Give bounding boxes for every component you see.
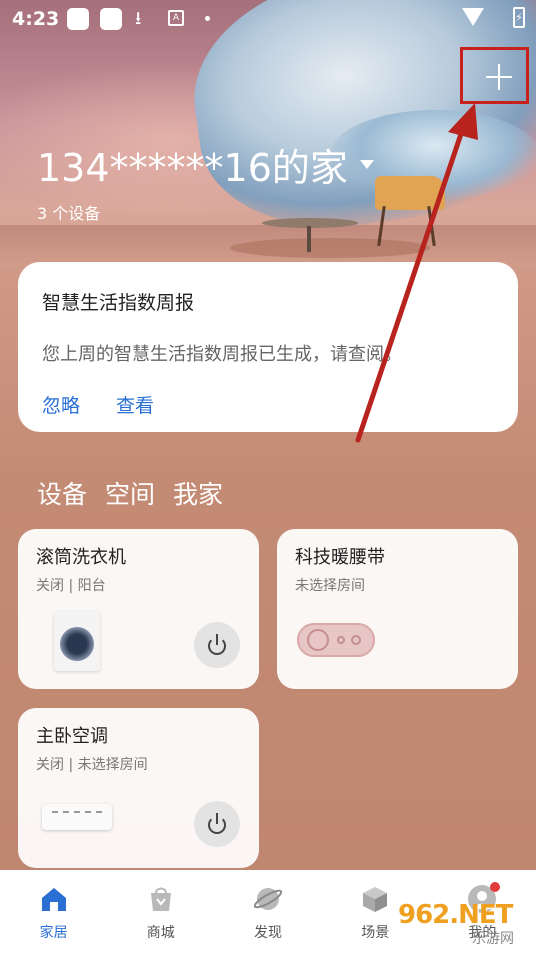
power-button[interactable] [194, 622, 240, 668]
device-status: 关闭 | 未选择房间 [36, 757, 148, 773]
rug-decoration [230, 238, 430, 258]
tab-my-home[interactable]: 我家 [173, 475, 223, 511]
add-device-button[interactable] [460, 47, 529, 104]
washing-machine-icon [54, 611, 100, 671]
power-icon-bar [216, 634, 218, 645]
notification-square-icon [100, 8, 122, 30]
device-status: 未选择房间 [295, 578, 365, 594]
caret-down-icon [359, 160, 374, 169]
app-notification-icon: A [168, 10, 184, 26]
device-name: 滚筒洗衣机 [36, 547, 126, 568]
home-icon [41, 888, 66, 911]
tab-devices[interactable]: 设备 [37, 475, 87, 511]
ignore-button[interactable]: 忽略 [42, 391, 80, 418]
section-tabs: 设备 空间 我家 [37, 475, 223, 511]
download-icon: ⭳ [135, 8, 142, 29]
nav-label: 家居 [39, 925, 68, 941]
table-leg-decoration [307, 226, 311, 252]
tab-spaces[interactable]: 空间 [105, 475, 155, 511]
notification-dot [490, 882, 500, 892]
report-description: 您上周的智慧生活指数周报已生成，请查阅。 [42, 344, 402, 365]
watermark-caption: 乐游网 [472, 931, 514, 947]
status-time: 4:23 [12, 8, 60, 30]
chair-decoration [375, 176, 445, 210]
report-actions: 忽略 查看 [42, 391, 494, 418]
nav-item-mall[interactable]: 商城 [107, 870, 214, 954]
more-notifications-icon [205, 16, 210, 21]
home-selector[interactable]: 134******16的家 [37, 137, 374, 192]
device-card-air-conditioner[interactable]: 主卧空调 关闭 | 未选择房间 [18, 708, 259, 868]
notification-square-icon [67, 8, 89, 30]
device-card-waist-belt[interactable]: 科技暖腰带 未选择房间 [277, 529, 518, 689]
weekly-report-card: 智慧生活指数周报 您上周的智慧生活指数周报已生成，请查阅。 忽略 查看 [18, 262, 518, 432]
planet-icon [253, 888, 283, 910]
power-button[interactable] [194, 801, 240, 847]
power-icon-bar [216, 813, 218, 824]
wifi-icon [462, 8, 484, 26]
device-name: 科技暖腰带 [295, 547, 385, 568]
battery-charging-icon: ⚡ [513, 7, 525, 28]
watermark: 962.NET 乐游网 [398, 900, 530, 950]
waist-belt-icon [297, 623, 375, 657]
nav-label: 发现 [254, 925, 282, 941]
home-name: 134******16的家 [37, 146, 348, 190]
shopping-bag-icon [150, 887, 171, 911]
cube-icon [363, 887, 388, 912]
report-title: 智慧生活指数周报 [42, 292, 195, 314]
plus-icon-vertical [498, 64, 500, 90]
device-name: 主卧空调 [36, 726, 108, 747]
nav-label: 商城 [146, 925, 175, 941]
nav-item-home[interactable]: 家居 [0, 870, 107, 954]
device-status: 关闭 | 阳台 [36, 578, 106, 594]
watermark-brand: 962.NET [398, 900, 513, 930]
air-conditioner-icon [42, 804, 112, 830]
device-count: 3 个设备 [37, 204, 101, 223]
device-card-washer[interactable]: 滚筒洗衣机 关闭 | 阳台 [18, 529, 259, 689]
nav-item-discover[interactable]: 发现 [214, 870, 321, 954]
view-button[interactable]: 查看 [116, 391, 154, 418]
status-bar: 4:23 ⭳ A ⚡ [0, 0, 536, 36]
